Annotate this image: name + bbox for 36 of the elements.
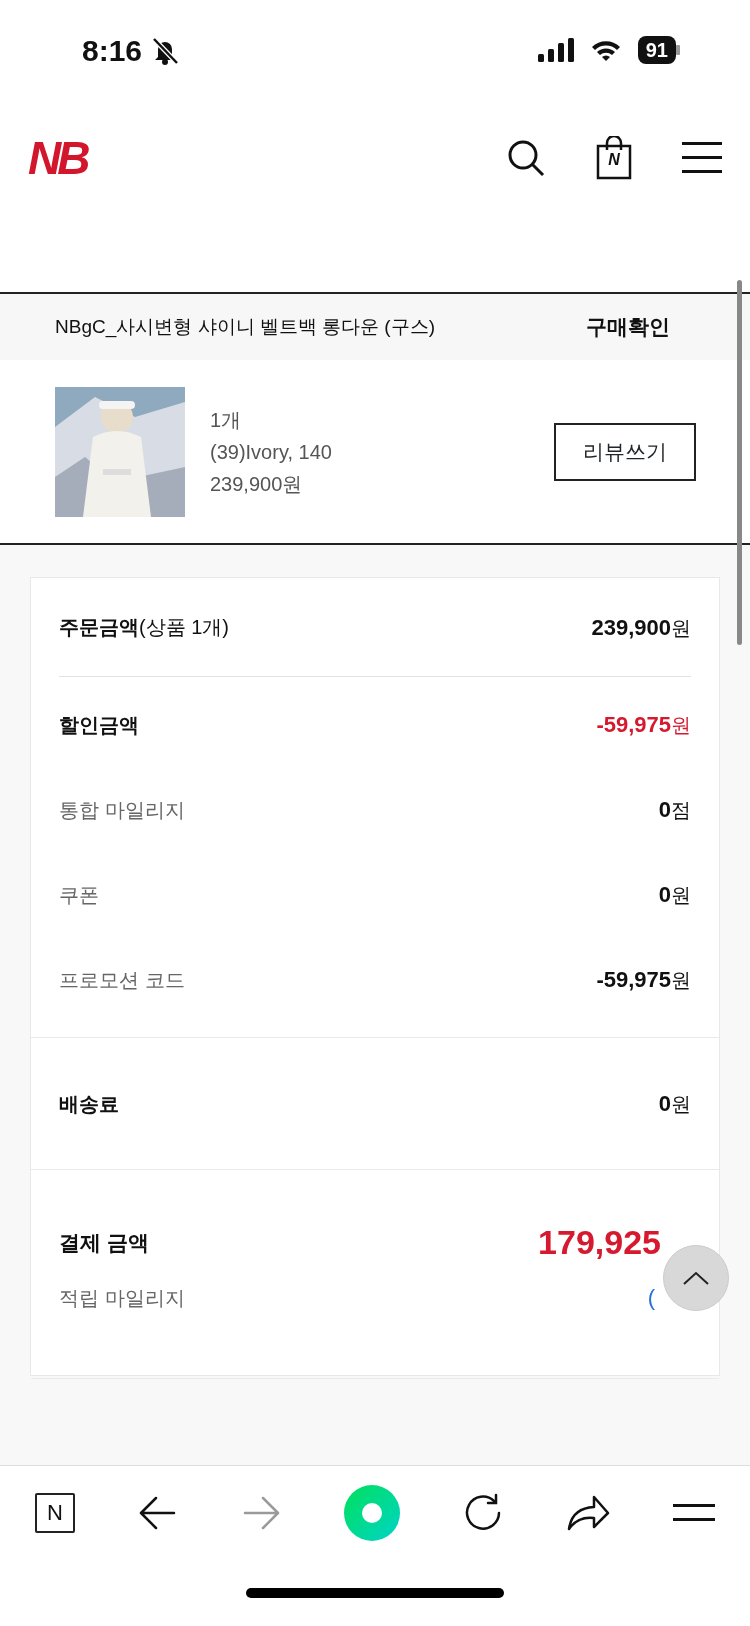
row-label: 할인금액: [59, 712, 139, 738]
row-label: 적립 마일리지: [59, 1285, 185, 1311]
chevron-up-icon: [683, 1271, 709, 1285]
row-label: 배송료: [59, 1091, 119, 1117]
row-label: 쿠폰: [59, 882, 99, 908]
row-label: 주문금액(상품 1개): [59, 615, 229, 640]
scrollbar[interactable]: [737, 280, 742, 645]
item-option: (39)Ivory, 140: [210, 435, 554, 468]
review-button[interactable]: 리뷰쓰기: [554, 422, 696, 481]
signal-icon: [537, 38, 574, 62]
order-status: 구매확인: [586, 314, 670, 341]
clock-time: 8:16: [82, 32, 143, 69]
row-amount: -59,975원: [596, 711, 691, 739]
muted-bell-icon: [150, 35, 181, 65]
row-label: 결제 금액: [59, 1229, 149, 1256]
battery-tip-icon: [676, 45, 680, 55]
row-amount: 179,925: [538, 1222, 661, 1263]
menu-icon[interactable]: [673, 1503, 715, 1523]
row-amount: 239,900원: [591, 613, 691, 642]
battery-level: 91: [637, 36, 676, 64]
row-amount: 0원: [658, 881, 691, 909]
row-amount: 0원: [658, 1090, 691, 1118]
item-price: 239,900원: [210, 471, 304, 497]
item-quantity: 1개: [210, 407, 243, 433]
row-amount: -59,975원: [596, 966, 691, 994]
row-label: 통합 마일리지: [59, 797, 185, 823]
row-label: 프로모션 코드: [59, 967, 185, 993]
row-amount: 0점: [658, 796, 691, 824]
brand-logo[interactable]: NB: [28, 134, 93, 181]
share-arrow-icon[interactable]: [566, 1494, 610, 1532]
back-arrow-icon[interactable]: [138, 1495, 178, 1531]
row-amount: (: [647, 1284, 655, 1312]
home-button[interactable]: N: [35, 1493, 75, 1533]
reload-icon[interactable]: [463, 1493, 503, 1533]
menu-icon[interactable]: [682, 140, 722, 175]
product-name[interactable]: NBgC_사시변형 샤이니 벨트백 롱다운 (구스): [55, 312, 436, 342]
